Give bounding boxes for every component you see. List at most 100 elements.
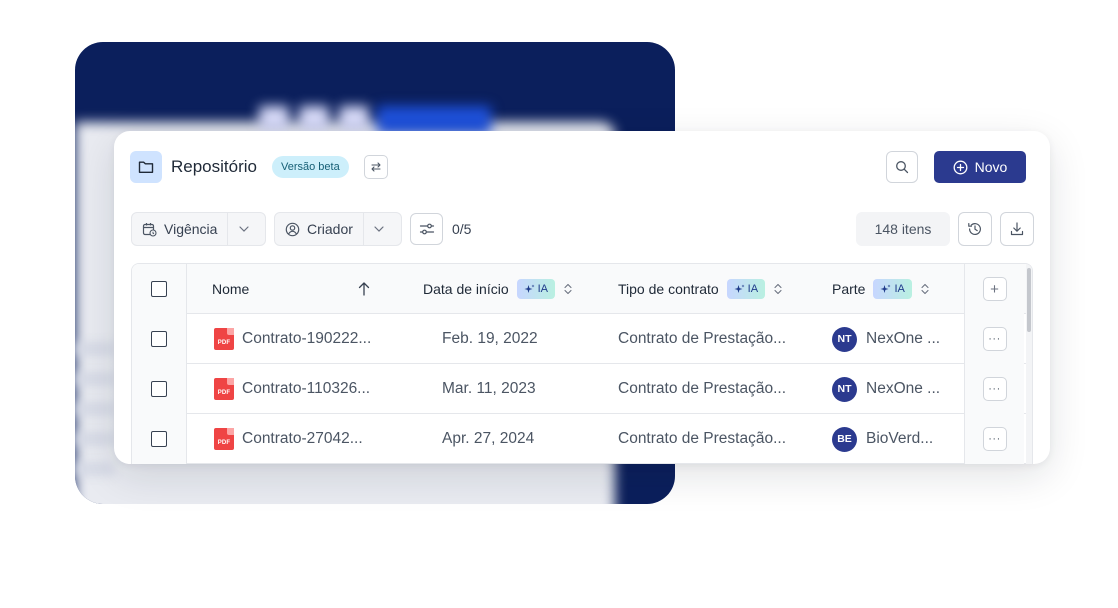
- contract-type: Contrato de Prestação...: [618, 380, 787, 397]
- row-checkbox[interactable]: [151, 381, 167, 397]
- sort-toggle-icon[interactable]: [774, 283, 782, 295]
- pdf-file-icon: PDF: [214, 428, 234, 450]
- criador-filter: Criador: [274, 212, 402, 246]
- swap-arrows-icon: [371, 162, 381, 172]
- criador-dropdown[interactable]: [362, 213, 395, 245]
- background-blur-row: [75, 342, 115, 356]
- row-select-cell: [132, 314, 187, 364]
- criador-filter-button[interactable]: Criador: [275, 213, 363, 245]
- row-select-cell: [132, 364, 187, 414]
- beta-badge: Versão beta: [272, 156, 349, 178]
- file-name-cell[interactable]: PDF Contrato-27042...: [214, 414, 363, 464]
- background-blur-row: [75, 402, 115, 416]
- search-button[interactable]: [886, 151, 918, 183]
- pdf-label: PDF: [217, 340, 231, 346]
- party-name: NexOne ...: [866, 380, 941, 397]
- column-header-tipo-contrato[interactable]: Tipo de contrato IA: [618, 264, 782, 314]
- row-checkbox[interactable]: [151, 431, 167, 447]
- background-blur-button: [377, 106, 491, 134]
- contract-type-cell: Contrato de Prestação...: [618, 414, 786, 464]
- file-name-cell[interactable]: PDF Contrato-110326...: [214, 364, 370, 414]
- file-name: Contrato-27042...: [242, 430, 363, 447]
- sort-toggle-icon[interactable]: [921, 283, 929, 295]
- ai-badge-label: IA: [894, 283, 905, 295]
- row-checkbox[interactable]: [151, 331, 167, 347]
- table-row[interactable]: PDF Contrato-110326... Mar. 11, 2023 Con…: [132, 364, 1032, 414]
- table-scrollbar[interactable]: [1026, 264, 1032, 464]
- contract-type: Contrato de Prestação...: [618, 330, 787, 347]
- new-button-label: Novo: [974, 159, 1008, 175]
- ai-badge: IA: [873, 279, 912, 299]
- sort-toggle-icon[interactable]: [564, 283, 572, 295]
- vigencia-filter-button[interactable]: Vigência: [132, 213, 227, 245]
- pdf-label: PDF: [217, 390, 231, 396]
- pdf-file-icon: PDF: [214, 328, 234, 350]
- add-column-cell: +: [964, 264, 1024, 314]
- page-header: Repositório Versão beta: [130, 151, 388, 183]
- ai-badge-label: IA: [747, 283, 759, 295]
- party-cell: BE BioVerd...: [832, 414, 933, 464]
- background-blur-row: [75, 462, 115, 476]
- file-name: Contrato-110326...: [242, 380, 371, 397]
- more-actions-button[interactable]: ···: [982, 327, 1007, 351]
- start-date-cell: Apr. 27, 2024: [442, 414, 534, 464]
- party-name: NexOne ...: [866, 330, 941, 347]
- sort-asc-button[interactable]: [358, 264, 370, 314]
- folder-icon: [130, 151, 162, 183]
- sparkle-icon: [880, 284, 891, 293]
- file-name-cell[interactable]: PDF Contrato-190222...: [214, 314, 371, 364]
- background-blur-row: [75, 432, 115, 446]
- table-row[interactable]: PDF Contrato-27042... Apr. 27, 2024 Cont…: [132, 414, 1032, 464]
- contract-type-cell: Contrato de Prestação...: [618, 314, 786, 364]
- table-row[interactable]: PDF Contrato-190222... Feb. 19, 2022 Con…: [132, 314, 1032, 364]
- background-blur-row: [75, 372, 115, 386]
- table-header-row: Nome Data de início IA Tipo de contrato: [132, 264, 1032, 314]
- filters-button[interactable]: [410, 213, 443, 245]
- more-actions-button[interactable]: ···: [982, 377, 1007, 401]
- pdf-file-icon: PDF: [214, 378, 234, 400]
- row-actions-cell: ···: [964, 414, 1024, 464]
- start-date-cell: Feb. 19, 2022: [442, 314, 538, 364]
- download-button[interactable]: [1000, 212, 1034, 246]
- start-date: Mar. 11, 2023: [442, 380, 536, 397]
- party-name: BioVerd...: [866, 430, 934, 447]
- background-blur-block: [259, 106, 289, 132]
- row-actions-cell: ···: [964, 314, 1024, 364]
- active-filters-count: 0/5: [452, 221, 472, 237]
- start-date-cell: Mar. 11, 2023: [442, 364, 536, 414]
- sparkle-icon: [524, 284, 535, 293]
- criador-filter-label: Criador: [307, 221, 353, 237]
- vigencia-dropdown[interactable]: [227, 213, 259, 245]
- column-header-parte[interactable]: Parte IA: [832, 264, 929, 314]
- history-button[interactable]: [958, 212, 992, 246]
- calendar-clock-icon: [142, 222, 157, 237]
- contracts-table: Nome Data de início IA Tipo de contrato: [131, 263, 1033, 464]
- sparkle-icon: [734, 284, 745, 293]
- column-tipo-contrato-label: Tipo de contrato: [618, 281, 719, 297]
- add-column-button[interactable]: +: [982, 277, 1007, 301]
- column-header-nome[interactable]: Nome: [212, 264, 249, 314]
- plus-circle-icon: [953, 160, 968, 174]
- ai-badge: IA: [516, 279, 556, 299]
- new-button[interactable]: Novo: [934, 151, 1026, 183]
- column-data-inicio-label: Data de início: [423, 281, 509, 297]
- sliders-icon: [419, 223, 434, 235]
- party-cell: NT NexOne ...: [832, 314, 940, 364]
- items-count: 148 itens: [856, 212, 950, 246]
- column-header-data-inicio[interactable]: Data de início IA: [423, 264, 572, 314]
- row-select-cell: [132, 414, 187, 464]
- pdf-label: PDF: [217, 440, 231, 446]
- user-circle-icon: [285, 222, 300, 236]
- scrollbar-thumb[interactable]: [1027, 268, 1031, 332]
- avatar: NT: [832, 326, 857, 352]
- search-icon: [896, 161, 909, 174]
- contract-type: Contrato de Prestação...: [618, 430, 787, 447]
- more-actions-button[interactable]: ···: [982, 427, 1007, 451]
- background-blur-block: [299, 106, 329, 132]
- select-all-checkbox[interactable]: [151, 281, 167, 297]
- background-blur-block: [339, 106, 369, 132]
- download-icon: [1010, 222, 1024, 236]
- switch-version-button[interactable]: [363, 155, 388, 179]
- page-title: Repositório: [171, 157, 257, 176]
- file-name: Contrato-190222...: [242, 330, 372, 347]
